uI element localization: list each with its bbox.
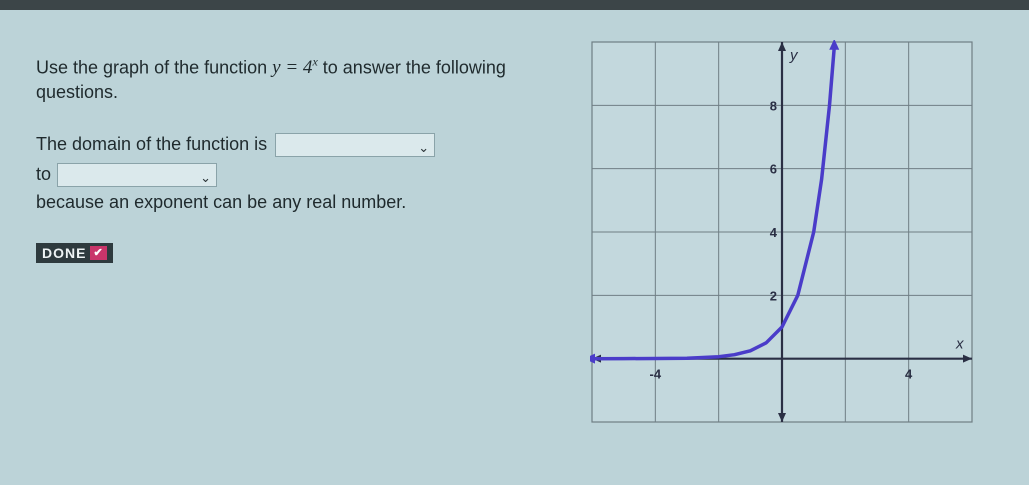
x-tick-label: -4: [650, 367, 662, 382]
equation: y = 4x: [272, 55, 318, 79]
to-label: to: [36, 164, 52, 184]
chevron-down-icon: ⌄: [418, 140, 430, 156]
check-icon: ✔: [90, 246, 107, 260]
x-tick-label: 4: [905, 367, 913, 382]
equation-base: y = 4: [272, 57, 313, 79]
intro-text-before: Use the graph of the function: [36, 57, 268, 78]
y-tick-label: 2: [770, 288, 777, 303]
function-graph: y x 2 4 6 8 -4 4: [584, 38, 980, 435]
question-intro: Use the graph of the function y = 4x to …: [36, 50, 506, 104]
chevron-down-icon: ⌄: [200, 170, 212, 186]
domain-line: The domain of the function is ⌄: [36, 132, 506, 158]
reason-text: because an exponent can be any real numb…: [36, 192, 407, 212]
domain-end-dropdown[interactable]: ⌄: [57, 163, 218, 188]
x-axis-label: x: [955, 336, 964, 353]
domain-prefix: The domain of the function is: [36, 134, 268, 154]
graph-svg: yx2468-4 4: [584, 38, 973, 423]
curve-arrow-left: [584, 353, 595, 364]
y-tick-label: 4: [770, 225, 778, 240]
domain-start-dropdown[interactable]: ⌄: [275, 133, 436, 158]
equation-exponent: x: [312, 55, 318, 69]
done-label: DONE: [42, 245, 87, 261]
y-tick-label: 8: [770, 98, 777, 113]
to-line: to ⌄: [36, 162, 218, 188]
y-tick-label: 6: [770, 162, 777, 177]
top-bar: [0, 0, 1029, 10]
done-button[interactable]: DONE ✔: [36, 243, 113, 263]
